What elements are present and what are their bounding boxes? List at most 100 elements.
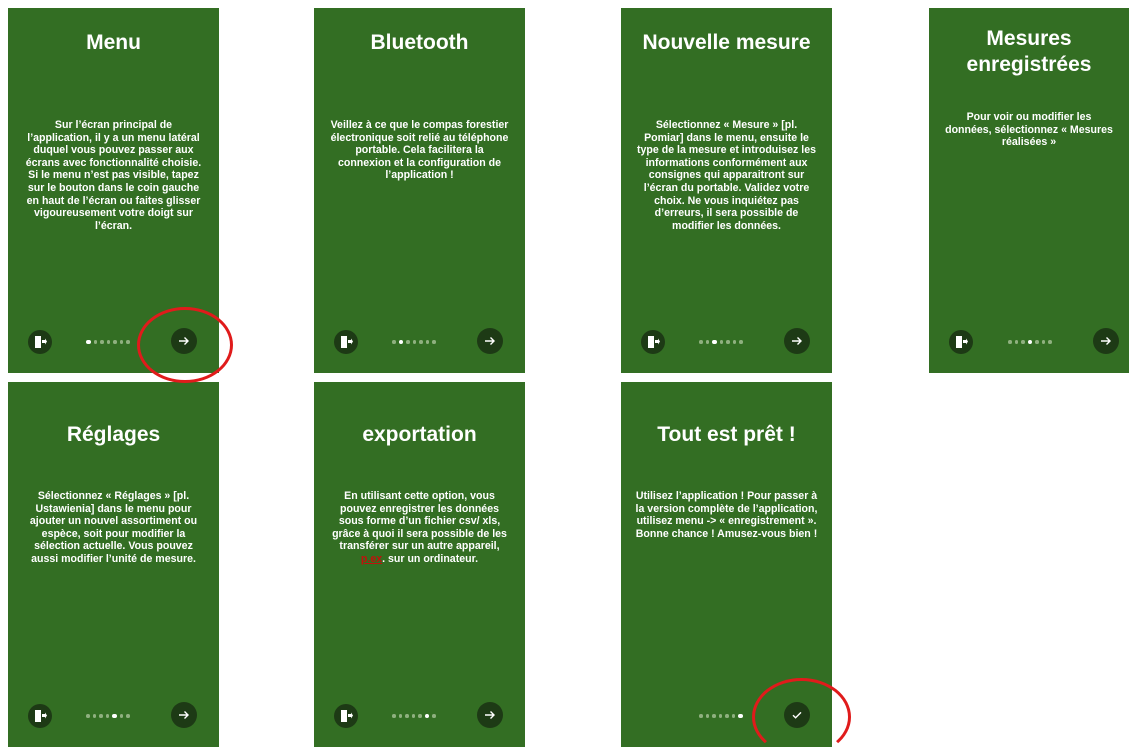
arrow-right-icon — [485, 711, 495, 719]
page-dot-2 — [398, 714, 402, 718]
page-dot-7 — [739, 340, 743, 344]
page-dot-5 — [419, 340, 423, 344]
page-dot-5 — [112, 713, 117, 718]
page-dot-6 — [731, 714, 735, 718]
page-dot-3 — [406, 340, 410, 344]
screen-title: Mesures enregistrées — [966, 27, 1092, 76]
arrow-right-icon — [1101, 337, 1111, 345]
page-dot-7 — [1048, 340, 1052, 344]
page-dot-6 — [119, 714, 123, 718]
screen-description: Veillez à ce que le compas forestier éle… — [330, 119, 509, 182]
page-indicator — [86, 713, 130, 718]
page-dot-4 — [1027, 339, 1032, 344]
page-dot-5 — [726, 340, 730, 344]
highlight-circle-next — [137, 307, 233, 383]
exit-door-icon — [956, 336, 968, 348]
page-dot-1 — [86, 339, 91, 344]
onboarding-screen-saved-measures: Mesures enregistrées Pour voir ou modifi… — [929, 8, 1129, 373]
page-dot-7 — [126, 340, 130, 344]
page-dot-4 — [718, 714, 722, 718]
page-dot-4 — [105, 714, 109, 718]
page-dot-5 — [725, 714, 729, 718]
page-dot-5 — [418, 714, 422, 718]
page-dot-1 — [86, 714, 90, 718]
page-dot-3 — [100, 340, 104, 344]
page-dot-2 — [705, 714, 709, 718]
next-button[interactable] — [784, 328, 810, 354]
screen-title: exportation — [362, 423, 477, 446]
next-button[interactable] — [171, 702, 197, 728]
onboarding-screen-settings: Réglages Sélectionnez « Réglages » [pl. … — [8, 382, 219, 747]
exit-door-icon — [341, 336, 353, 348]
skip-button[interactable] — [28, 330, 52, 354]
skip-button[interactable] — [334, 330, 358, 354]
page-dot-1 — [392, 340, 396, 344]
skip-button[interactable] — [641, 330, 665, 354]
screen-title: Bluetooth — [370, 31, 469, 54]
screen-description: Pour voir ou modifier les données, sélec… — [945, 111, 1113, 149]
highlight-circle-done — [752, 678, 851, 756]
page-dot-5 — [1035, 340, 1039, 344]
page-dot-7 — [126, 714, 130, 718]
exit-door-icon — [341, 710, 353, 722]
screen-description: Utilisez l’application ! Pour passer à l… — [635, 490, 818, 540]
arrow-right-icon — [792, 337, 802, 345]
next-button[interactable] — [477, 328, 503, 354]
description-text: En utilisant cette option, vous pouvez e… — [332, 490, 507, 553]
skip-button[interactable] — [949, 330, 973, 354]
onboarding-screen-export: exportation En utilisant cette option, v… — [314, 382, 525, 747]
page-indicator — [86, 339, 130, 344]
page-dot-6 — [732, 340, 736, 344]
page-dot-4 — [411, 714, 415, 718]
page-indicator — [699, 339, 743, 344]
screen-description: En utilisant cette option, vous pouvez e… — [314, 490, 525, 566]
page-dot-2 — [398, 339, 403, 344]
page-dot-3 — [1021, 340, 1025, 344]
screen-title: Nouvelle mesure — [642, 31, 811, 54]
skip-button[interactable] — [28, 704, 52, 728]
page-indicator — [1008, 339, 1052, 344]
page-dot-7 — [432, 340, 436, 344]
next-button[interactable] — [477, 702, 503, 728]
page-dot-6 — [424, 713, 429, 718]
page-dot-4 — [106, 340, 110, 344]
page-dot-3 — [712, 339, 717, 344]
page-dot-6 — [1041, 340, 1045, 344]
page-dot-2 — [705, 340, 709, 344]
page-dot-1 — [699, 714, 703, 718]
exit-door-icon — [35, 336, 47, 348]
page-dot-2 — [92, 714, 96, 718]
screen-description: Sur l’écran principal de l’application, … — [25, 119, 202, 232]
page-dot-4 — [719, 340, 723, 344]
screen-description: Sélectionnez « Mesure » [pl. Pomiar] dan… — [637, 119, 816, 232]
page-dot-7 — [738, 713, 743, 718]
page-dot-3 — [99, 714, 103, 718]
page-indicator — [699, 713, 743, 718]
page-dot-7 — [432, 714, 436, 718]
screen-title: Réglages — [66, 423, 161, 446]
skip-button[interactable] — [334, 704, 358, 728]
screen-title: Menu — [86, 31, 141, 54]
page-dot-4 — [412, 340, 416, 344]
example-link[interactable]: p.ex — [361, 553, 382, 565]
screen-description: Sélectionnez « Réglages » [pl. Ustawieni… — [29, 490, 198, 565]
arrow-right-icon — [485, 337, 495, 345]
page-dot-1 — [699, 340, 703, 344]
page-indicator — [392, 713, 436, 718]
description-text-end: . sur un ordinateur. — [382, 552, 479, 565]
exit-door-icon — [35, 710, 47, 722]
onboarding-screen-new-measure: Nouvelle mesure Sélectionnez « Mesure » … — [621, 8, 832, 373]
page-dot-6 — [425, 340, 429, 344]
page-dot-3 — [405, 714, 409, 718]
arrow-right-icon — [179, 711, 189, 719]
page-indicator — [392, 339, 436, 344]
page-dot-3 — [712, 714, 716, 718]
next-button[interactable] — [1093, 328, 1119, 354]
page-dot-5 — [113, 340, 117, 344]
page-dot-1 — [392, 714, 396, 718]
page-dot-2 — [1014, 340, 1018, 344]
onboarding-screen-bluetooth: Bluetooth Veillez à ce que le compas for… — [314, 8, 525, 373]
page-dot-6 — [119, 340, 123, 344]
exit-door-icon — [648, 336, 660, 348]
page-dot-1 — [1008, 340, 1012, 344]
